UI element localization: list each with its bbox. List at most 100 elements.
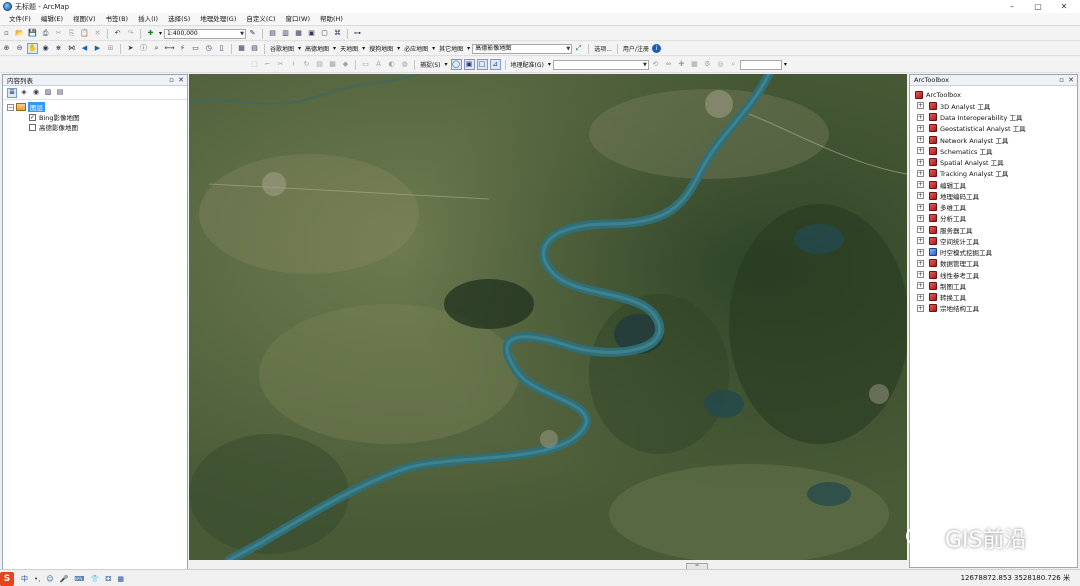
options-button[interactable]: 选项... [592,44,614,53]
toolbox-item[interactable]: + 服务器工具 [913,224,1077,235]
copy-icon[interactable]: ⎘ [66,28,77,39]
print-icon[interactable]: ⎙ [40,28,51,39]
collapse-icon[interactable]: − [7,103,14,111]
toolbox-item-label[interactable]: 分析工具 [940,213,966,223]
expand-icon[interactable]: + [917,192,924,200]
fixed-zoom-in-icon[interactable]: ⋇ [53,43,64,54]
layer-visibility-checkbox[interactable]: ✓ [29,113,36,121]
catalog-window-icon[interactable]: ▥ [280,28,291,39]
ime-punctuation[interactable]: •, [34,572,40,586]
toolbox-close-icon[interactable]: ✕ [1068,75,1074,86]
expand-icon[interactable]: + [917,136,924,144]
point-snapping-icon[interactable]: ◯ [450,59,462,70]
shift-georef-icon[interactable]: ⇔ [663,59,674,70]
reshape-icon[interactable]: ⌐ [262,59,273,70]
toolbox-item-label[interactable]: 时空模式挖掘工具 [940,247,992,257]
georef-layer-combo[interactable]: ▼ [552,59,649,70]
toolbox-item[interactable]: + Spatial Analyst 工具 [913,157,1077,168]
select-elements-icon[interactable]: ➤ [125,43,136,54]
toolbox-float-icon[interactable]: ▫ [1059,75,1064,86]
list-by-visibility-icon[interactable]: ◉ [31,88,41,98]
toolbar-overflow-arrow[interactable]: ▾ [782,61,789,68]
toolbox-item[interactable]: + 地理编码工具 [913,190,1077,201]
model-builder-icon[interactable]: ⌘ [332,28,343,39]
toolbox-item[interactable]: + Data Interoperability 工具 [913,112,1077,123]
map-view[interactable] [189,74,907,560]
expand-icon[interactable]: + [917,181,924,189]
expand-icon[interactable]: + [917,259,924,267]
arctoolbox-window-icon[interactable]: ▣ [306,28,317,39]
close-button[interactable]: ✕ [1052,0,1076,13]
toc-close-icon[interactable]: ✕ [178,75,184,86]
toolbox-item[interactable]: + 转换工具 [913,292,1077,303]
toolbox-item[interactable]: + 线性参考工具 [913,269,1077,280]
table-of-contents-icon[interactable]: ▤ [267,28,278,39]
dropdown-arrow[interactable]: ▾ [296,45,303,52]
toolbox-item[interactable]: + 多维工具 [913,202,1077,213]
toolbox-item[interactable]: + 空间统计工具 [913,235,1077,246]
toolbox-item-label[interactable]: 多维工具 [940,202,966,212]
expand-icon[interactable]: + [917,147,924,155]
toolbox-item[interactable]: + Geostatistical Analyst 工具 [913,123,1077,134]
info-icon[interactable]: i [651,44,661,53]
toolbox-item[interactable]: + 分析工具 [913,213,1077,224]
dropdown-arrow[interactable]: ▾ [395,45,402,52]
layer-label[interactable]: 高德影像地图 [39,122,78,132]
toolbox-item[interactable]: + 宗地结构工具 [913,303,1077,314]
layer-group-label[interactable]: 图层 [28,102,45,112]
hyperlink-icon[interactable]: ⚡ [177,43,188,54]
rotate-georef-icon[interactable]: ⟲ [650,59,661,70]
sketch-properties-icon[interactable]: ▦ [327,59,338,70]
create-viewer-icon[interactable]: ▯ [216,43,227,54]
ime-chinese-mode[interactable]: 中 [21,572,28,586]
toolbox-item-label[interactable]: 编辑工具 [940,180,966,190]
attribute-table-icon[interactable]: ▦ [236,43,247,54]
editor-toolbar-icon[interactable]: ✎ [247,28,258,39]
expand-icon[interactable]: + [917,226,924,234]
vertex-snapping-icon[interactable]: □ [476,59,488,70]
toolbox-item-label[interactable]: 数据管理工具 [940,258,979,268]
dropdown-arrow[interactable]: ▾ [443,61,450,68]
draw-fill-icon[interactable]: ◍ [399,59,410,70]
cut-icon[interactable]: ✂ [53,28,64,39]
edit-vertices-icon[interactable]: ⬚ [249,59,260,70]
dropdown-arrow[interactable]: ▾ [546,61,553,68]
toolbox-item[interactable]: + 编辑工具 [913,179,1077,190]
back-extent-icon[interactable]: ◀ [79,43,90,54]
end-snapping-icon[interactable]: ▣ [463,59,475,70]
magnifier-icon[interactable]: ⌕ [728,59,739,70]
other-map-button[interactable]: 其它地图 [437,44,465,53]
toolbox-item[interactable]: + Network Analyst 工具 [913,134,1077,145]
find-icon[interactable]: ⌕ [151,43,162,54]
viewer-icon[interactable]: ◎ [715,59,726,70]
toolbox-item-label[interactable]: 线性参考工具 [940,270,979,280]
expand-icon[interactable]: + [917,113,924,121]
bing-map-button[interactable]: 必应地图 [402,44,430,53]
paste-icon[interactable]: 📋 [79,28,90,39]
menu-selection[interactable]: 选择(S) [163,13,195,26]
expand-icon[interactable]: + [917,124,924,132]
menu-file[interactable]: 文件(F) [4,13,36,26]
toolbox-item-label[interactable]: 地理编码工具 [940,191,979,201]
georef-input-field[interactable] [739,59,782,70]
layer-row[interactable]: ✓ Bing影像地图 [3,112,187,122]
python-window-icon[interactable]: ▢ [319,28,330,39]
list-by-source-icon[interactable]: ◈ [19,88,29,98]
layout-view-icon[interactable]: ▤ [249,43,260,54]
open-folder-icon[interactable]: 📂 [14,28,25,39]
save-icon[interactable]: 💾 [27,28,38,39]
cut-polygons-icon[interactable]: ✂ [275,59,286,70]
toolbox-root[interactable]: ArcToolbox [913,89,1077,100]
search-window-icon[interactable]: ▦ [293,28,304,39]
menu-view[interactable]: 视图(V) [68,13,101,26]
add-data-dropdown-arrow[interactable]: ▾ [157,30,164,37]
dropdown-arrow[interactable]: ▾ [360,45,367,52]
toolbox-item-label[interactable]: 空间统计工具 [940,236,979,246]
zoom-in-icon[interactable]: ⊕ [1,43,12,54]
minimize-button[interactable]: – [1000,0,1024,13]
expand-icon[interactable]: + [917,214,924,222]
toolbox-item[interactable]: + 数据管理工具 [913,258,1077,269]
expand-icon[interactable]: + [917,102,924,110]
toc-options-icon[interactable]: ▤ [55,88,65,98]
maximize-button[interactable]: ▢ [1026,0,1050,13]
